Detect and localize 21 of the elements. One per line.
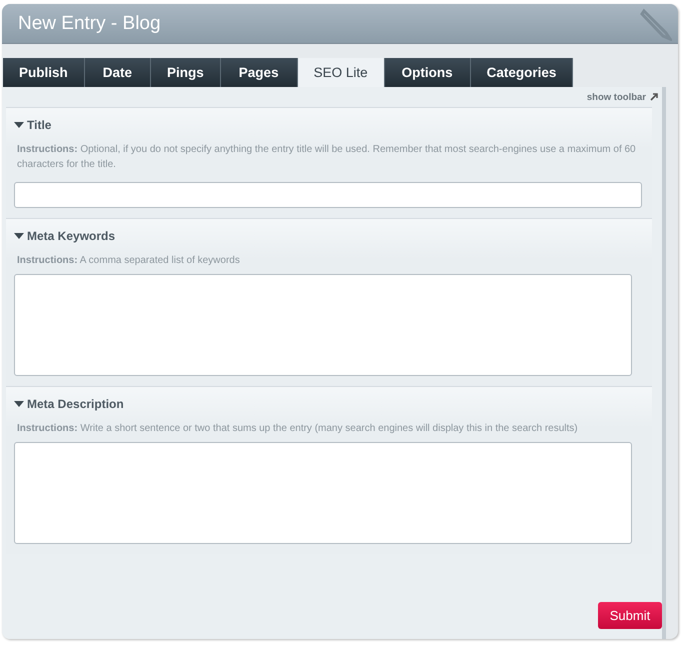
window-title: New Entry - Blog (18, 12, 161, 34)
instructions-text: Instructions: Optional, if you do not specify anything the entry title will be used. Remember that most search-engines use a maximum of 60 characters for the title. (17, 143, 637, 172)
pencil-icon (640, 6, 672, 40)
instructions-text: Instructions: A comma separated list of keywords (17, 254, 241, 268)
tab[interactable]: Categories (470, 58, 574, 87)
section-header[interactable]: Meta Description (14, 397, 642, 411)
tab[interactable]: SEO Lite (298, 58, 385, 87)
tab[interactable]: Options (384, 58, 471, 87)
tab[interactable]: Publish (3, 58, 85, 87)
text-area[interactable] (14, 274, 632, 376)
arrow-icon (650, 93, 658, 101)
title-input[interactable] (14, 182, 642, 208)
section-header[interactable]: Title (14, 118, 642, 132)
text-area[interactable] (14, 442, 632, 544)
tab[interactable]: Pings (151, 58, 221, 87)
submit-button[interactable]: Submit (598, 602, 662, 629)
instructions-text: Instructions: Write a short sentence or two that sums up the entry (many search engines will display this in the search results) (17, 422, 579, 436)
section-header[interactable]: Meta Keywords (14, 229, 642, 243)
tab[interactable]: Date (84, 58, 152, 87)
tab[interactable]: Pages (220, 58, 298, 87)
show-toolbar-link[interactable]: show toolbar (586, 92, 662, 102)
